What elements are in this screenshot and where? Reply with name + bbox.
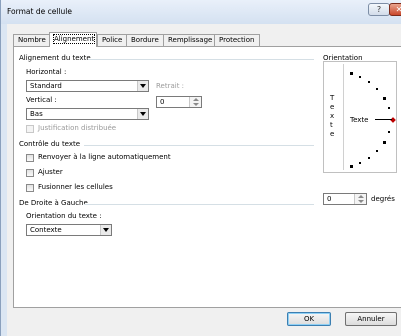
vertical-text-letter: x xyxy=(330,112,335,120)
vertical-select[interactable]: Bas xyxy=(26,108,149,120)
dial-tick xyxy=(359,162,361,164)
chevron-down-icon[interactable] xyxy=(137,109,148,119)
tab-label: Police xyxy=(102,36,123,44)
merge-cells-label: Fusionner les cellules xyxy=(38,183,113,191)
orientation-dial[interactable]: Texte xyxy=(350,72,396,168)
spin-down-icon[interactable] xyxy=(193,103,199,106)
cancel-button[interactable]: Annuler xyxy=(345,312,397,326)
tab-protection[interactable]: Protection xyxy=(214,34,260,46)
spinner-buttons[interactable] xyxy=(354,194,366,204)
indent-spinner[interactable]: 0 xyxy=(156,96,202,108)
format-cells-dialog: Format de cellule ? ✕ Nombre Alignement … xyxy=(0,0,401,336)
tab-remplissage[interactable]: Remplissage xyxy=(163,34,215,46)
indent-label: Retrait : xyxy=(156,82,185,90)
orientation-divider xyxy=(343,64,344,170)
spin-down-icon[interactable] xyxy=(358,200,364,203)
tab-alignement[interactable]: Alignement xyxy=(49,32,97,47)
dial-tick xyxy=(368,157,370,159)
tab-label: Remplissage xyxy=(168,36,213,44)
group-divider xyxy=(84,204,314,205)
dial-tick xyxy=(383,97,386,100)
tab-nombre[interactable]: Nombre xyxy=(13,34,50,46)
horizontal-label: Horizontal : xyxy=(26,68,67,76)
dialog-client-area: Nombre Alignement Police Bordure Remplis… xyxy=(7,24,401,336)
vertical-text-letter: T xyxy=(330,94,335,102)
tab-label: Alignement xyxy=(52,34,96,44)
tab-bordure[interactable]: Bordure xyxy=(126,34,164,46)
tab-label: Protection xyxy=(219,36,255,44)
justify-distributed-label: Justification distribuée xyxy=(38,124,117,132)
tab-police[interactable]: Police xyxy=(97,34,127,46)
degrees-label: degrés xyxy=(371,195,395,203)
spin-up-icon[interactable] xyxy=(193,98,199,101)
dialog-title: Format de cellule xyxy=(7,7,72,16)
degrees-spinner[interactable]: 0 xyxy=(323,193,367,205)
dial-tick xyxy=(376,150,378,152)
dial-tick xyxy=(376,88,378,90)
dial-hand xyxy=(375,119,392,120)
vertical-select-value: Bas xyxy=(30,110,43,118)
dial-tick xyxy=(368,81,370,83)
title-bar: Format de cellule ? ✕ xyxy=(1,0,401,24)
orientation-box: T e x t e Texte xyxy=(323,61,397,173)
dial-tick xyxy=(383,141,386,144)
dial-tick xyxy=(388,131,390,133)
justify-distributed-checkbox[interactable] xyxy=(26,125,34,133)
group-divider xyxy=(88,59,314,60)
wrap-text-label: Renvoyer à la ligne automatiquement xyxy=(38,153,171,161)
text-direction-value: Contexte xyxy=(30,226,62,234)
vertical-text-letter: t xyxy=(330,121,333,129)
alignment-panel: Alignement du texte Horizontal : Standar… xyxy=(13,46,401,308)
group-divider xyxy=(84,145,314,146)
vertical-text-letter: e xyxy=(330,130,335,138)
spin-up-icon[interactable] xyxy=(358,195,364,198)
help-button[interactable]: ? xyxy=(368,3,390,16)
horizontal-select-value: Standard xyxy=(30,82,62,90)
vertical-text-button[interactable]: T e x t e xyxy=(324,62,342,172)
wrap-text-checkbox[interactable] xyxy=(26,154,34,162)
text-direction-select[interactable]: Contexte xyxy=(26,224,112,236)
spinner-buttons[interactable] xyxy=(189,97,201,107)
shrink-to-fit-label: Ajuster xyxy=(38,168,63,176)
merge-cells-checkbox[interactable] xyxy=(26,184,34,192)
tab-label: Nombre xyxy=(18,36,46,44)
ok-button[interactable]: OK xyxy=(287,312,331,326)
close-button[interactable]: ✕ xyxy=(389,3,401,16)
chevron-down-icon[interactable] xyxy=(137,81,148,91)
text-control-group-label: Contrôle du texte xyxy=(19,140,81,148)
chevron-down-icon[interactable] xyxy=(100,225,111,235)
degrees-value: 0 xyxy=(327,195,332,203)
dial-text-label: Texte xyxy=(350,116,369,124)
shrink-to-fit-checkbox[interactable] xyxy=(26,169,34,177)
dial-tick xyxy=(388,107,390,109)
indent-value: 0 xyxy=(160,98,165,106)
dial-tick xyxy=(359,76,361,78)
tab-label: Bordure xyxy=(131,36,159,44)
horizontal-select[interactable]: Standard xyxy=(26,80,149,92)
dial-tick xyxy=(350,72,353,75)
vertical-label: Vertical : xyxy=(26,96,57,104)
text-direction-label: Orientation du texte : xyxy=(26,212,102,220)
rtl-group-label: De Droite à Gauche xyxy=(19,199,88,207)
dial-tick xyxy=(350,165,353,168)
vertical-text-letter: e xyxy=(330,103,335,111)
text-alignment-group-label: Alignement du texte xyxy=(19,54,91,62)
